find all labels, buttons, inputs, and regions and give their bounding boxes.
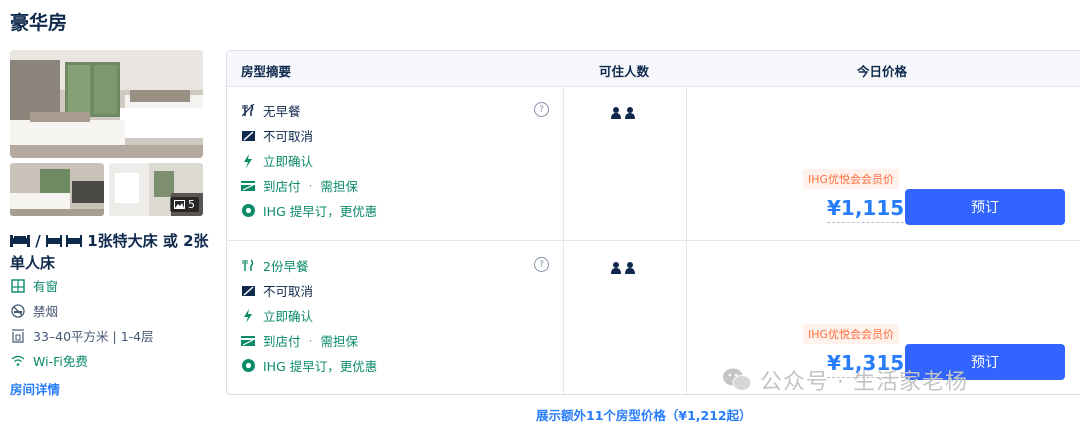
- photo-count-badge[interactable]: 5: [170, 197, 199, 212]
- header-price: 今日价格: [857, 64, 908, 79]
- guest-count: [611, 107, 635, 119]
- guest-count: [611, 262, 635, 274]
- pay-at-hotel-icon: [241, 334, 255, 348]
- ihg-star-icon: [241, 359, 255, 373]
- meal-policy: 2份早餐: [241, 256, 308, 275]
- more-room-prices-link[interactable]: 展示额外11个房型价格（¥1,212起）: [536, 405, 752, 424]
- payment-policy: 到店付 · 需担保: [241, 176, 358, 195]
- king-bed-icon: [10, 235, 30, 247]
- feature-wifi: Wi-Fi免费: [10, 351, 88, 370]
- bed-separator: /: [35, 232, 41, 250]
- help-icon[interactable]: ?: [534, 257, 549, 272]
- payment-separator: ·: [308, 178, 313, 193]
- twin-bed-icon: [45, 235, 82, 247]
- meal-policy: 无早餐: [241, 101, 301, 120]
- header-summary: 房型摘要: [241, 64, 292, 79]
- payment-policy: 到店付 · 需担保: [241, 331, 358, 350]
- cancel-policy: 不可取消: [241, 281, 313, 300]
- area-floor-icon: [10, 328, 26, 344]
- wechat-icon: [723, 368, 752, 391]
- lightning-icon: [241, 308, 255, 323]
- room-title: 豪华房: [10, 12, 68, 34]
- payment-note: 需担保: [320, 334, 359, 349]
- wifi-icon: [10, 353, 26, 369]
- person-icon: [611, 262, 621, 274]
- payment-note: 需担保: [320, 179, 359, 194]
- no-breakfast-icon: [241, 104, 255, 118]
- pay-at-hotel-icon: [241, 179, 255, 193]
- no-cancel-icon: [241, 129, 255, 143]
- table-header: 房型摘要 可住人数 今日价格: [227, 51, 1080, 87]
- room-photo-thumb-2[interactable]: 5: [109, 163, 203, 216]
- gallery-icon: [174, 200, 185, 209]
- header-guests: 可住人数: [599, 64, 650, 79]
- room-photo-main[interactable]: [10, 50, 203, 158]
- help-icon[interactable]: ?: [534, 102, 549, 117]
- meal-label: 2份早餐: [263, 259, 309, 274]
- payment-separator: ·: [308, 333, 313, 348]
- confirm-policy: 立即确认: [241, 306, 313, 325]
- feature-no-smoking: 禁烟: [10, 301, 58, 320]
- watermark-text: 公众号 · 生活家老杨: [760, 370, 968, 395]
- feature-label: 33–40平方米 | 1-4层: [33, 329, 154, 344]
- confirm-label: 立即确认: [263, 154, 314, 169]
- member-price-badge: IHG优悦会会员价: [803, 324, 900, 344]
- watermark: 公众号 · 生活家老杨: [722, 364, 968, 396]
- feature-window: 有窗: [10, 276, 58, 295]
- ihg-promo: IHG 提早订，更优惠: [241, 356, 377, 375]
- breakfast-icon: [241, 259, 255, 273]
- ihg-promo-label: IHG 提早订，更优惠: [263, 204, 378, 219]
- feature-label: 有窗: [33, 279, 59, 294]
- photo-count: 5: [188, 198, 195, 211]
- book-button[interactable]: 预订: [905, 189, 1065, 225]
- feature-label: 禁烟: [33, 304, 59, 319]
- cancel-label: 不可取消: [263, 284, 314, 299]
- meal-label: 无早餐: [263, 104, 301, 119]
- feature-area-floor: 33–40平方米 | 1-4层: [10, 326, 154, 345]
- no-smoking-icon: [10, 303, 26, 319]
- room-photo-thumb-1[interactable]: [10, 163, 104, 216]
- person-icon: [625, 262, 635, 274]
- ihg-promo: IHG 提早订，更优惠: [241, 201, 377, 220]
- member-price-badge: IHG优悦会会员价: [803, 169, 900, 189]
- person-icon: [625, 107, 635, 119]
- payment-label: 到店付: [263, 334, 301, 349]
- payment-label: 到店付: [263, 179, 301, 194]
- cancel-label: 不可取消: [263, 129, 314, 144]
- no-cancel-icon: [241, 284, 255, 298]
- window-icon: [10, 278, 26, 294]
- bed-type-title: / 1张特大床 或 2张单人床: [10, 230, 210, 274]
- room-price[interactable]: ¥1,115: [827, 196, 905, 223]
- person-icon: [611, 107, 621, 119]
- row-divider: [227, 240, 1080, 241]
- lightning-icon: [241, 153, 255, 168]
- ihg-promo-label: IHG 提早订，更优惠: [263, 359, 378, 374]
- ihg-star-icon: [241, 204, 255, 218]
- room-details-link[interactable]: 房间详情: [10, 379, 60, 398]
- feature-label: Wi-Fi免费: [33, 354, 88, 369]
- confirm-policy: 立即确认: [241, 151, 313, 170]
- confirm-label: 立即确认: [263, 309, 314, 324]
- cancel-policy: 不可取消: [241, 126, 313, 145]
- rate-table: 房型摘要 可住人数 今日价格 无早餐 ? 不可取消 立即确认 到店付 · 需担保…: [226, 50, 1080, 395]
